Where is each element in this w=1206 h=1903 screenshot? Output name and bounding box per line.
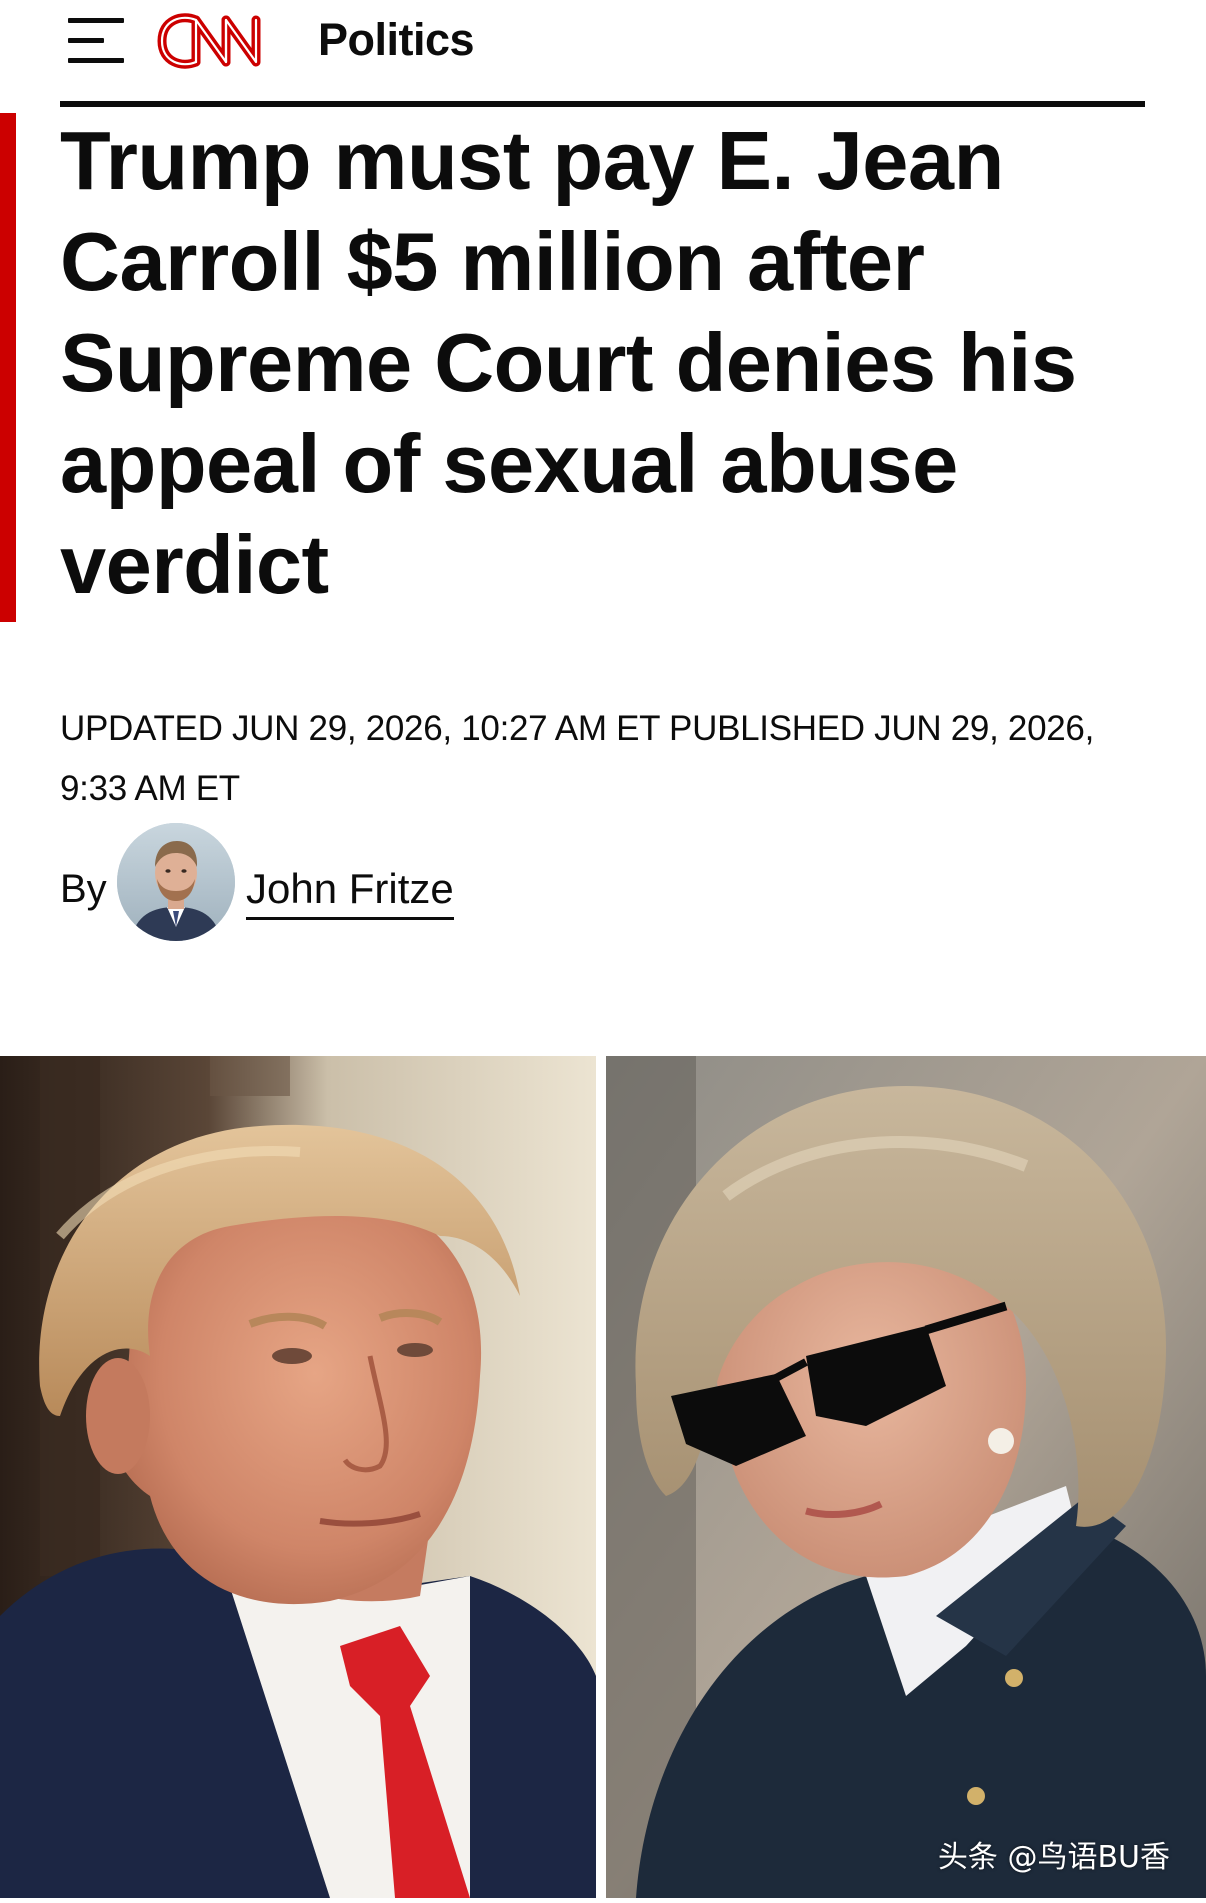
hamburger-menu-icon[interactable]: [68, 18, 124, 64]
author-avatar[interactable]: [117, 823, 235, 941]
hero-photo-right: [606, 1056, 1206, 1898]
headline-accent-bar: [0, 113, 16, 622]
article-headline: Trump must pay E. Jean Carroll $5 millio…: [60, 114, 1077, 611]
hero-image[interactable]: 头条 @鸟语BU香: [0, 1056, 1206, 1898]
hero-photo-left: [0, 1056, 596, 1898]
article-timestamp: UPDATED JUN 29, 2026, 10:27 AM ET PUBLIS…: [60, 709, 1095, 808]
section-link-politics[interactable]: Politics: [318, 14, 475, 66]
byline: By John Fritze: [60, 823, 760, 943]
watermark: 头条 @鸟语BU香: [937, 1840, 1170, 1875]
header-divider: [60, 101, 1145, 107]
site-header: Politics: [0, 0, 1206, 107]
author-link[interactable]: John Fritze: [246, 865, 454, 920]
byline-prefix: By: [60, 867, 107, 911]
cnn-logo[interactable]: [152, 6, 300, 76]
